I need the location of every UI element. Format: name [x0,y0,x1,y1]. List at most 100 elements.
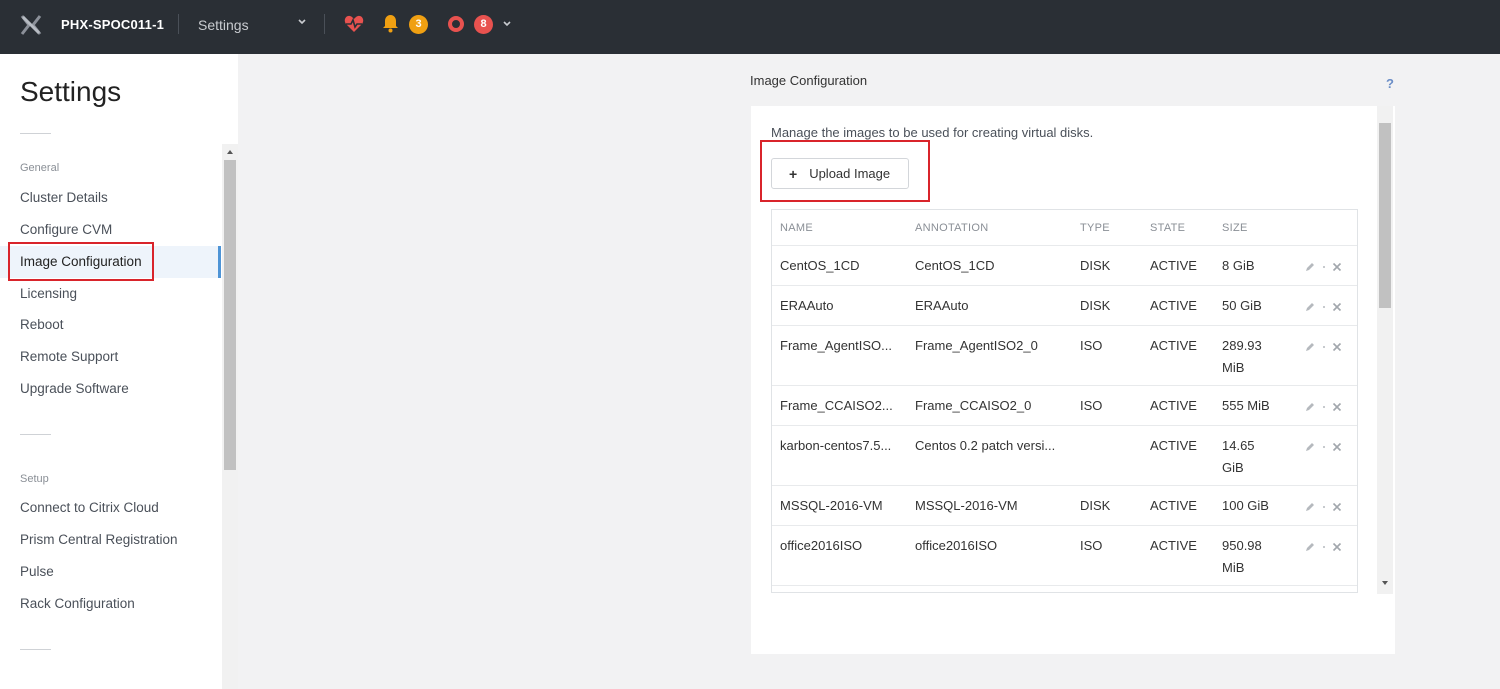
chevron-down-icon[interactable] [297,17,307,27]
row-actions [1305,540,1345,554]
row-actions [1305,440,1345,454]
edit-pencil-icon[interactable] [1305,542,1315,552]
plus-icon: + [789,165,798,182]
help-icon[interactable]: ? [1386,76,1394,91]
nav-settings-dropdown[interactable]: Settings [198,17,249,33]
cell-size: 14.65 GiB [1222,438,1255,475]
table-row[interactable]: Frame_CCAISO2... Frame_CCAISO2_0 ISO ACT… [772,385,1357,425]
edit-pencil-icon[interactable] [1305,402,1315,412]
separator-dot [1323,406,1325,408]
images-table: NAME ANNOTATION TYPE STATE SIZE CentOS_1… [771,209,1358,593]
page-title: Settings [20,76,122,107]
delete-x-icon[interactable] [1332,542,1342,552]
scroll-up-arrow-icon[interactable] [226,148,234,156]
panel-scrollbar-thumb[interactable] [1379,123,1391,308]
column-header-type[interactable]: TYPE [1080,222,1110,234]
delete-x-icon[interactable] [1332,342,1342,352]
delete-x-icon[interactable] [1332,302,1342,312]
column-header-name[interactable]: NAME [780,222,813,234]
cell-state: ACTIVE [1150,298,1197,313]
table-row[interactable]: CentOS_1CD CentOS_1CD DISK ACTIVE 8 GiB [772,245,1357,285]
table-row[interactable]: karbon-centos7.5... Centos 0.2 patch ver… [772,425,1357,485]
column-header-size[interactable]: SIZE [1222,222,1248,234]
delete-x-icon[interactable] [1332,442,1342,452]
sidebar-item-image-configuration[interactable]: Image Configuration [0,246,221,278]
alerts-count-badge[interactable]: 3 [409,15,428,34]
cell-name: Frame_CCAISO2... [780,398,893,413]
edit-pencil-icon[interactable] [1305,302,1315,312]
separator-dot [1323,446,1325,448]
divider [20,133,51,134]
sidebar-scrollbar-thumb[interactable] [224,160,236,470]
separator-dot [1323,346,1325,348]
table-row[interactable]: Frame_AgentISO... Frame_AgentISO2_0 ISO … [772,325,1357,385]
cell-type: ISO [1080,538,1103,553]
sidebar-item-reboot[interactable]: Reboot [0,309,221,341]
table-row[interactable]: office2016ISO office2016ISO ISO ACTIVE 9… [772,525,1357,585]
panel-title: Image Configuration [750,73,868,88]
sidebar-item-licensing[interactable]: Licensing [0,278,221,310]
edit-pencil-icon[interactable] [1305,442,1315,452]
upload-image-button[interactable]: + Upload Image [771,158,909,189]
cluster-name[interactable]: PHX-SPOC011-1 [61,17,164,32]
divider [324,14,325,34]
settings-sidebar: Settings General Cluster Details Configu… [0,54,238,689]
row-actions [1305,340,1345,354]
cell-annotation: Frame_AgentISO2_0 [915,338,1038,353]
cell-state: ACTIVE [1150,398,1197,413]
delete-x-icon[interactable] [1332,262,1342,272]
sidebar-item-prism-central-registration[interactable]: Prism Central Registration [0,524,221,556]
cell-state: ACTIVE [1150,438,1197,453]
cell-state: ACTIVE [1150,258,1197,273]
divider [20,434,51,435]
divider [178,14,179,34]
cell-type: DISK [1080,298,1111,313]
cell-size: 950.98 MiB [1222,538,1262,575]
edit-pencil-icon[interactable] [1305,262,1315,272]
ring-alert-icon[interactable] [448,16,464,32]
sidebar-item-rack-configuration[interactable]: Rack Configuration [0,588,221,620]
separator-dot [1323,306,1325,308]
sidebar-item-remote-support[interactable]: Remote Support [0,341,221,373]
sidebar-item-cluster-details[interactable]: Cluster Details [0,182,221,214]
edit-pencil-icon[interactable] [1305,502,1315,512]
edit-pencil-icon[interactable] [1305,342,1315,352]
sidebar-item-connect-citrix-cloud[interactable]: Connect to Citrix Cloud [0,492,221,524]
column-header-state[interactable]: STATE [1150,222,1185,234]
cell-name: ERAAuto [780,298,834,313]
bell-icon[interactable] [382,14,399,33]
delete-x-icon[interactable] [1332,502,1342,512]
cell-size: 100 GiB [1222,498,1269,513]
column-header-annotation[interactable]: ANNOTATION [915,222,988,234]
cell-size: 8 GiB [1222,258,1255,273]
cell-annotation: Frame_CCAISO2_0 [915,398,1032,413]
cell-name: office2016ISO [780,538,863,553]
row-actions [1305,260,1345,274]
critical-count-badge[interactable]: 8 [474,15,493,34]
chevron-down-icon[interactable] [502,19,512,29]
cell-name: CentOS_1CD [780,258,860,273]
cell-size: 50 GiB [1222,298,1262,313]
sidebar-item-pulse[interactable]: Pulse [0,556,221,588]
sidebar-item-configure-cvm[interactable]: Configure CVM [0,214,221,246]
cell-size: 555 MiB [1222,398,1270,413]
cell-annotation: office2016ISO [915,538,998,553]
health-heart-icon[interactable] [344,15,364,33]
table-row[interactable]: ERAAuto ERAAuto DISK ACTIVE 50 GiB [772,285,1357,325]
delete-x-icon[interactable] [1332,402,1342,412]
section-label-setup: Setup [20,473,49,485]
sidebar-item-upgrade-software[interactable]: Upgrade Software [0,373,221,405]
cell-annotation: Centos 0.2 patch versi... [915,438,1056,453]
divider [20,649,51,650]
cell-type: ISO [1080,398,1103,413]
row-actions [1305,500,1345,514]
nutanix-logo-icon[interactable] [20,14,42,36]
table-row[interactable]: MSSQL-2016-VM MSSQL-2016-VM DISK ACTIVE … [772,485,1357,525]
row-actions [1305,400,1345,414]
cell-type: DISK [1080,498,1111,513]
table-row[interactable] [772,585,1357,592]
cell-state: ACTIVE [1150,498,1197,513]
top-navigation-bar: PHX-SPOC011-1 Settings 3 8 [0,0,1500,54]
scroll-down-arrow-icon[interactable] [1381,579,1389,587]
cell-annotation: ERAAuto [915,298,969,313]
